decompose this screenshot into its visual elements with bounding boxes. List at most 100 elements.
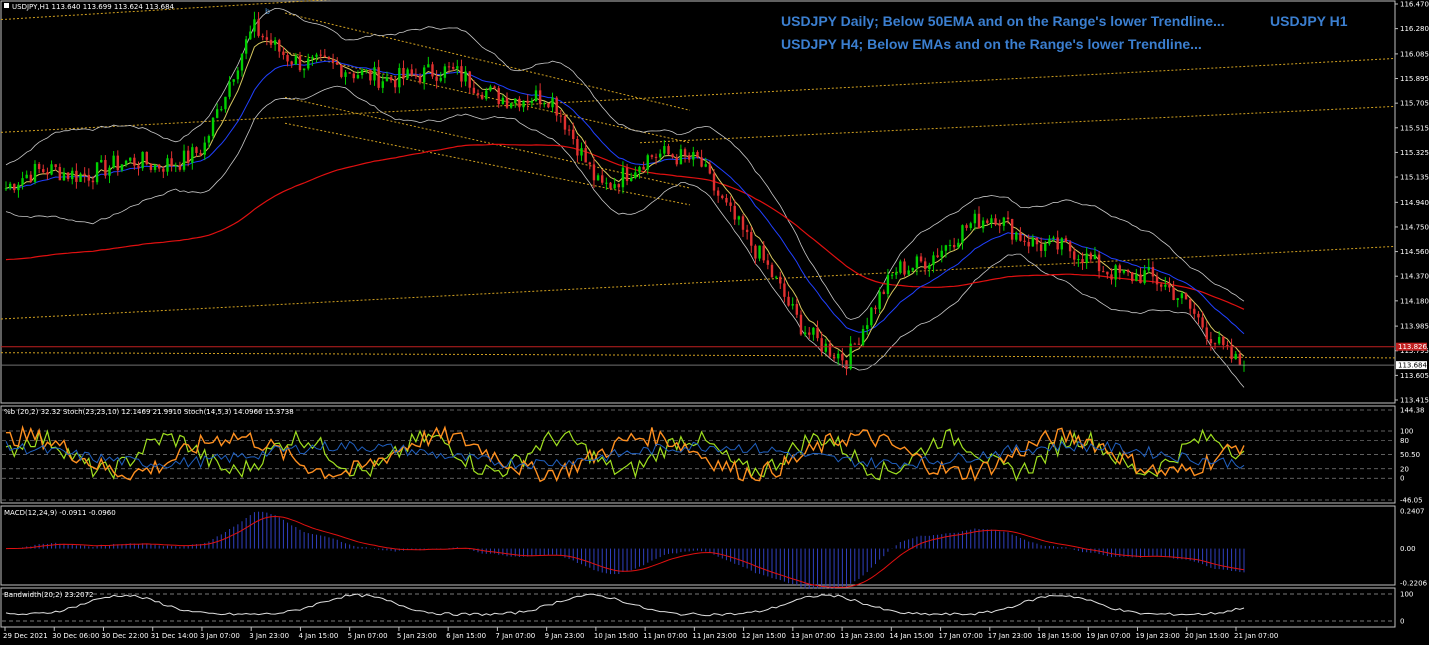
time-tick-label: 5 Jan 23:00 [397,632,437,640]
candle-body [489,86,492,91]
candle-body [468,71,471,88]
candle-body [841,353,844,361]
candle-body [737,216,741,220]
candle-body [493,86,496,89]
horizontal-lines[interactable] [1,346,1395,366]
candle-body [257,19,260,36]
candle-body [108,167,111,176]
price-tick-label: 115.895 [1400,75,1429,83]
candle-body [551,97,554,108]
candle-body [944,245,948,251]
candle-body [572,129,575,139]
candle-body [708,164,712,174]
price-tick-label: 114.750 [1400,223,1429,231]
candle-body [679,149,683,165]
candle-body [837,353,840,359]
trendline [284,12,691,111]
candle-body [538,90,542,104]
candle-body [286,54,289,62]
candle-body [559,115,563,117]
candle-body [911,267,914,271]
candle-body [1168,284,1171,288]
candle-body [799,314,803,335]
candle-body [17,184,20,191]
candle-body [1234,353,1237,360]
candle-body [654,156,658,158]
time-tick-label: 13 Jan 07:00 [791,632,835,640]
candle-body [658,153,662,158]
candle-body [273,40,277,45]
candle-body [319,54,322,56]
candle-body [853,343,856,345]
candle-body [923,261,927,270]
candle-body [66,172,70,180]
candle-body [998,224,1001,226]
candle-body [588,162,592,165]
candle-body [46,172,49,175]
candle-body [903,261,906,275]
trendline [0,352,1396,359]
stoch-tick-label: 80 [1400,437,1409,445]
price-tag-current-label: 113.684 [1398,362,1427,370]
candle-body [54,164,57,168]
candle-body [13,183,16,191]
candle-body [79,173,82,182]
candle-body [25,174,28,179]
candle-body [340,64,343,77]
main-price-pane[interactable] [0,0,1396,404]
trading-chart[interactable]: USDJPY,H1 113.640 113.699 113.624 113.68… [0,0,1429,645]
candle-body [617,184,620,188]
time-tick-label: 3 Jan 07:00 [200,632,240,640]
price-tick-label: 115.135 [1400,174,1429,182]
candle-body [406,69,409,79]
bandwidth-label: Bandwidth(20,2) 23.2072 [4,591,94,599]
candle-body [770,264,774,278]
candle-body [948,245,952,247]
candle-body [253,19,256,32]
candle-body [1102,271,1105,273]
candle-body [592,164,596,181]
candle-body [1114,265,1117,280]
time-tick-label: 5 Jan 07:00 [348,632,388,640]
candle-body [1180,293,1184,299]
candle-body [104,159,107,176]
candle-body [1205,327,1208,340]
candle-body [1122,270,1126,273]
candle-body [311,56,314,59]
candle-body [344,72,347,77]
candle-body [808,332,811,335]
candle-body [1209,339,1213,344]
candle-body [1197,313,1200,318]
candle-body [153,164,157,170]
candle-body [37,163,41,170]
candle-body [762,245,765,261]
candle-body [302,68,306,71]
candle-body [170,158,173,167]
candle-body [928,264,931,270]
candle-body [638,166,641,173]
bandwidth-tick-label: 100 [1400,591,1413,599]
macd-tick-label: -0.2206 [1400,580,1428,588]
candle-body [965,225,968,228]
candle-body [485,90,488,99]
candle-body [1213,343,1217,345]
price-tick-label: 115.705 [1400,100,1429,108]
candle-body [1015,232,1018,240]
candle-body [712,173,716,191]
candle-body [1222,336,1225,345]
macd-label: MACD(12,24,9) -0.0911 -0.0960 [4,509,116,517]
time-tick-label: 9 Jan 23:00 [545,632,585,640]
stoch-tick-label: 0 [1400,475,1404,483]
candle-body [1019,232,1022,241]
candle-body [1060,238,1064,250]
candle-body [733,205,736,220]
candle-body [4,188,8,190]
candle-body [1118,265,1121,273]
macd-pane[interactable] [0,505,1396,586]
time-tick-label: 19 Jan 23:00 [1136,632,1180,640]
candle-body [186,150,190,163]
candle-body [866,325,869,329]
candle-body [878,291,881,310]
candle-body [298,55,302,71]
candle-body [886,274,890,294]
